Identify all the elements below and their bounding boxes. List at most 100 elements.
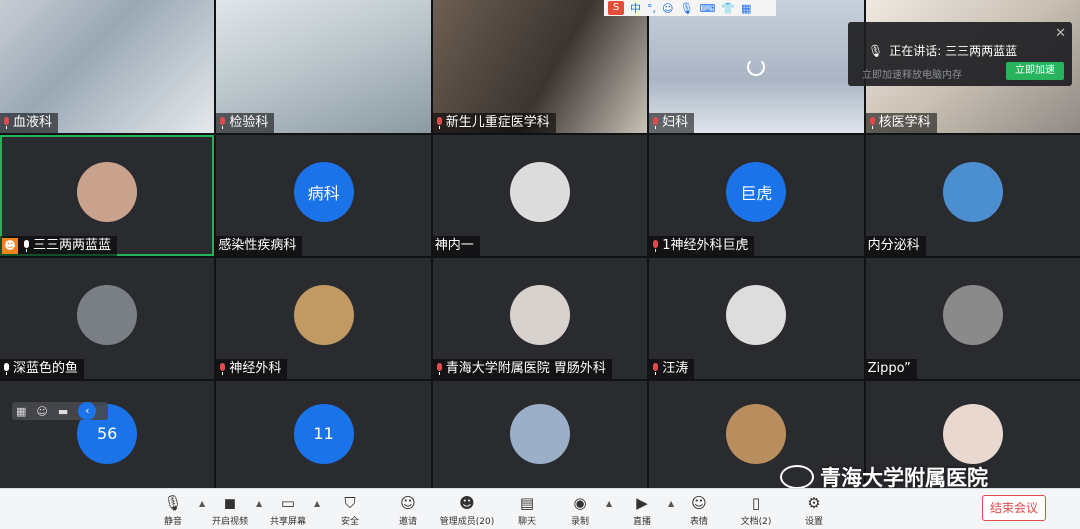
participant-name: 妇科 [662, 115, 689, 130]
participant-tile[interactable]: 内分泌科 [865, 135, 1080, 256]
mic-muted-icon [218, 117, 227, 129]
toolbar-button-label: 录制 [570, 517, 589, 527]
toolbox-icon[interactable]: ▦ [741, 2, 751, 15]
emoji-icon[interactable]: ☺ [662, 2, 673, 15]
grid-view-icon[interactable]: ▦ [16, 405, 26, 418]
avatar [509, 403, 570, 464]
participant-nameplate: 1神经外科巨虎 [649, 236, 755, 256]
participant-tile[interactable]: 56 [0, 381, 215, 494]
chat-icon[interactable]: ▬ [58, 405, 68, 418]
participant-tile[interactable]: Zippo” [865, 258, 1080, 379]
participant-name: 新生儿重症医学科 [445, 115, 550, 130]
emoji-icon: ☺ [691, 494, 707, 512]
toolbar-button-6[interactable]: ☻ 管理成员(20) [435, 493, 499, 527]
participant-tile[interactable]: 深蓝色的鱼 [0, 258, 215, 379]
skin-icon[interactable]: 👕 [721, 2, 735, 15]
participant-tile[interactable]: 巨虎 1神经外科巨虎 [649, 135, 864, 256]
mic-muted-icon [868, 117, 877, 129]
participant-tile[interactable]: ☻ 三三两两蓝蓝 [0, 135, 215, 256]
chevron-left-icon[interactable]: ‹ [78, 402, 97, 420]
mic-muted-icon [651, 363, 660, 375]
participant-tile[interactable]: 神经外科 [216, 258, 431, 379]
toolbar-button-label: 开启视频 [211, 517, 248, 527]
participant-tile[interactable]: 血液科 [0, 0, 215, 133]
punctuation-icon[interactable]: °, [647, 2, 656, 15]
loading-spinner-icon [747, 57, 766, 76]
mic-muted-icon [651, 117, 660, 129]
participant-tile[interactable]: 11 [216, 381, 431, 494]
accelerate-button[interactable]: 立即加速 [1006, 62, 1064, 80]
participant-nameplate: 神经外科 [216, 359, 288, 379]
participant-nameplate: 新生儿重症医学科 [432, 113, 556, 133]
participant-nameplate: 深蓝色的鱼 [0, 359, 85, 379]
microphone-icon [22, 240, 31, 252]
participant-name: Zippo” [867, 361, 911, 376]
participant-tile[interactable]: 汪涛 [649, 258, 864, 379]
record-icon: ◉ [573, 494, 587, 512]
floating-view-tools: ▦ ☺ ▬ ‹ [12, 402, 108, 420]
close-icon[interactable]: ✕ [1055, 26, 1066, 41]
microphone-icon: 🎙 [163, 494, 183, 512]
emoji-icon[interactable]: ☺ [36, 405, 47, 418]
participant-tile[interactable] [432, 381, 648, 494]
share-screen-icon: ▭ [280, 494, 296, 512]
mic-muted-icon [435, 363, 444, 375]
toolbar-button-1[interactable]: 🎙 静音 [141, 493, 205, 527]
toolbar-button-12[interactable]: ⚙ 设置 [782, 493, 846, 527]
participant-nameplate: ☻ 三三两两蓝蓝 [0, 236, 118, 256]
voice-icon[interactable]: 🎙 [679, 2, 693, 15]
toolbar-button-11[interactable]: ▯ 文档(2) [724, 493, 788, 527]
members-icon: ☻ [459, 494, 475, 512]
end-meeting-button[interactable]: 结束会议 [982, 495, 1046, 521]
participant-tile[interactable]: 病科 感染性疾病科 [216, 135, 431, 256]
document-icon: ▯ [751, 494, 761, 512]
chat-icon: ▤ [519, 494, 535, 512]
microphone-icon: 🎙 [868, 43, 884, 58]
participant-name: 神经外科 [229, 361, 282, 376]
avatar [77, 161, 138, 222]
ime-mode-indicator[interactable]: 中 [630, 0, 641, 16]
memory-hint: 立即加速释放电脑内存 [862, 70, 962, 81]
participant-nameplate: Zippo” [865, 359, 917, 379]
avatar [509, 161, 570, 222]
toolbar-button-label: 文档(2) [740, 517, 772, 527]
participant-name: 汪涛 [662, 361, 689, 376]
avatar [942, 284, 1003, 345]
toolbar-button-10[interactable]: ☺ 表情 [667, 493, 731, 527]
toolbar-button-5[interactable]: ☺ 邀请 [376, 493, 440, 527]
sogou-logo-icon[interactable]: S [608, 1, 624, 15]
toolbar-button-label: 设置 [804, 517, 823, 527]
toolbar-button-4[interactable]: ⛉ 安全 [318, 493, 382, 527]
avatar [293, 284, 354, 345]
participant-name: 1神经外科巨虎 [662, 238, 749, 253]
toolbar-button-9[interactable]: ▶ 直播 [610, 493, 674, 527]
toolbar-button-2[interactable]: ◼ 开启视频 [198, 493, 262, 527]
participant-tile[interactable]: 神内一 [432, 135, 648, 256]
keyboard-icon[interactable]: ⌨ [699, 2, 715, 15]
toolbar-button-label: 聊天 [517, 517, 536, 527]
mic-muted-icon [435, 117, 444, 129]
toolbar-button-8[interactable]: ◉ 录制 [548, 493, 612, 527]
participant-nameplate: 感染性疾病科 [216, 236, 303, 256]
participant-nameplate: 血液科 [0, 113, 59, 133]
avatar: 巨虎 [726, 161, 787, 222]
participant-name: 深蓝色的鱼 [13, 361, 79, 376]
toolbar-button-3[interactable]: ▭ 共享屏幕 [256, 493, 320, 527]
participant-tile[interactable]: 妇科 [649, 0, 864, 133]
ime-toolbar[interactable]: S 中 °, ☺ 🎙 ⌨ 👕 ▦ [604, 0, 776, 16]
participant-tile[interactable]: 检验科 [216, 0, 431, 133]
toolbar-button-label: 静音 [163, 517, 182, 527]
mic-muted-icon [218, 363, 227, 375]
toolbar-button-label: 直播 [632, 517, 651, 527]
avatar [509, 284, 570, 345]
avatar [726, 403, 787, 464]
speaking-line: 🎙 正在讲话: 三三两两蓝蓝 [868, 42, 1017, 59]
wechat-icon [780, 465, 814, 489]
participant-nameplate: 核医学科 [865, 113, 937, 133]
participant-tile[interactable]: 新生儿重症医学科 [432, 0, 648, 133]
participant-tile[interactable]: 青海大学附属医院 胃肠外科 [432, 258, 648, 379]
participant-name: 内分泌科 [867, 238, 920, 253]
invite-icon: ☺ [400, 494, 416, 512]
participant-name: 青海大学附属医院 胃肠外科 [445, 361, 606, 376]
shield-icon: ⛉ [344, 494, 356, 512]
